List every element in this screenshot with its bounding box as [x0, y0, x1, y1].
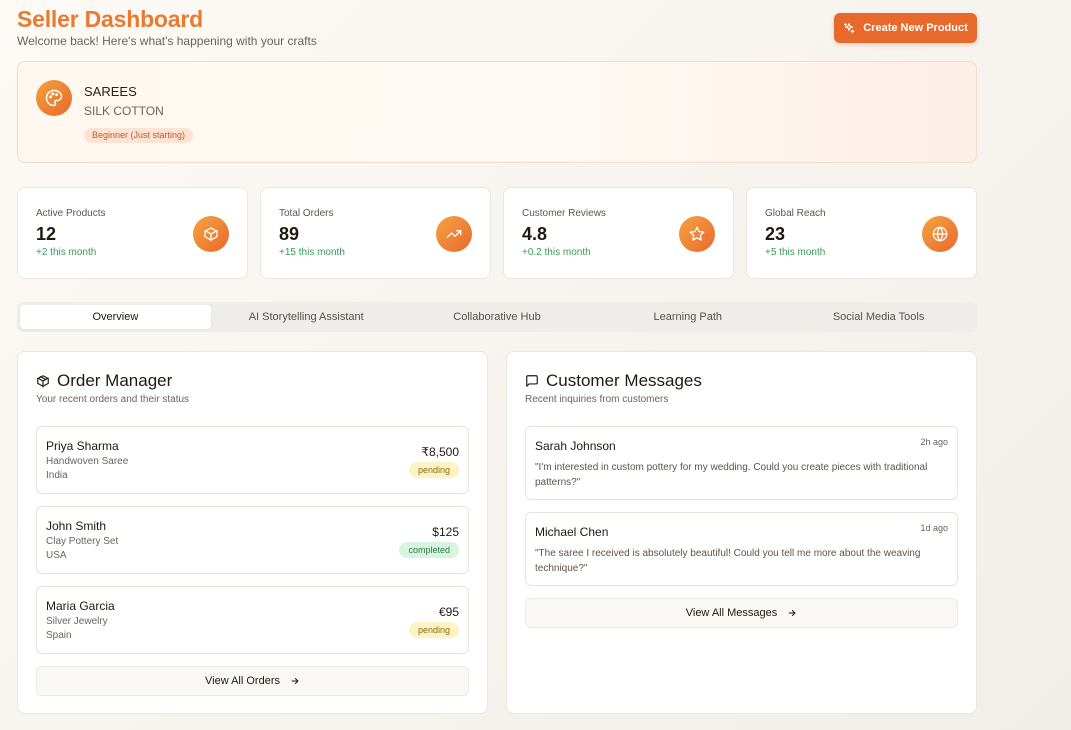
order-country: Spain [46, 630, 72, 641]
customer-messages-title: Customer Messages [525, 371, 702, 391]
stat-change: +15 this month [279, 247, 345, 258]
order-price: €95 [438, 605, 459, 619]
order-product: Clay Pottery Set [46, 536, 119, 547]
view-all-orders-label: View All Orders [205, 675, 280, 687]
order-manager-panel: Order Manager Your recent orders and the… [17, 351, 488, 714]
customer-messages-title-text: Customer Messages [546, 371, 702, 390]
order-product: Handwoven Saree [46, 456, 129, 467]
page-header: Seller Dashboard Welcome back! Here's wh… [17, 6, 977, 52]
view-all-messages-label: View All Messages [685, 607, 778, 619]
message-sender: Sarah Johnson [535, 439, 616, 453]
order-price: ₹8,500 [421, 445, 459, 459]
globe-icon [922, 216, 958, 252]
create-product-label: Create New Product [863, 22, 968, 34]
stat-card-global-reach: Global Reach 23 +5 this month [746, 187, 977, 279]
message-text: "The saree I received is absolutely beau… [535, 548, 921, 574]
sparkles-icon [844, 23, 855, 34]
order-manager-subtitle: Your recent orders and their status [36, 394, 190, 405]
create-product-button[interactable]: Create New Product [834, 13, 977, 43]
message-item[interactable]: Michael Chen 1d ago "The saree I receive… [525, 512, 958, 586]
message-sender: Michael Chen [535, 525, 609, 539]
profile-category: SILK COTTON [84, 104, 164, 118]
package-icon [37, 375, 49, 388]
order-row[interactable]: Maria Garcia Silver Jewelry Spain €95 pe… [36, 586, 469, 654]
message-square-icon [526, 375, 538, 387]
page-title: Seller Dashboard [17, 6, 203, 32]
stat-value: 23 [765, 224, 786, 244]
box-icon [193, 216, 229, 252]
stat-value: 4.8 [522, 224, 548, 244]
order-customer-name: John Smith [46, 519, 107, 533]
tab-ai-storytelling-assistant[interactable]: AI Storytelling Assistant [211, 305, 402, 329]
order-row[interactable]: John Smith Clay Pottery Set USA $125 com… [36, 506, 469, 574]
order-customer-name: Priya Sharma [46, 439, 119, 453]
status-badge: pending [408, 462, 459, 478]
stat-label: Global Reach [765, 208, 826, 219]
message-time: 1d ago [920, 523, 948, 533]
tab-overview[interactable]: Overview [20, 305, 211, 329]
stat-value: 12 [36, 224, 57, 244]
message-text: "I'm interested in custom pottery for my… [535, 462, 928, 488]
stat-change: +2 this month [36, 247, 97, 258]
stat-card-customer-reviews: Customer Reviews 4.8 +0.2 this month [503, 187, 734, 279]
trending-up-icon [436, 216, 472, 252]
tab-social-media-tools[interactable]: Social Media Tools [783, 305, 974, 329]
tab-collaborative-hub[interactable]: Collaborative Hub [402, 305, 593, 329]
stat-change: +0.2 this month [522, 247, 591, 258]
stat-change: +5 this month [765, 247, 826, 258]
customer-messages-subtitle: Recent inquiries from customers [525, 394, 669, 405]
stat-label: Customer Reviews [522, 208, 606, 219]
tab-bar: Overview AI Storytelling Assistant Colla… [17, 302, 977, 332]
stat-card-total-orders: Total Orders 89 +15 this month [260, 187, 491, 279]
stat-card-active-products: Active Products 12 +2 this month [17, 187, 248, 279]
view-all-orders-button[interactable]: View All Orders [36, 666, 469, 696]
avatar [36, 80, 72, 116]
arrow-right-icon [291, 678, 299, 684]
stat-label: Active Products [36, 208, 106, 219]
status-badge: completed [399, 542, 459, 558]
page-subtitle: Welcome back! Here's what's happening wi… [17, 34, 317, 48]
order-manager-title: Order Manager [36, 371, 172, 391]
customer-messages-panel: Customer Messages Recent inquiries from … [506, 351, 977, 714]
message-item[interactable]: Sarah Johnson 2h ago "I'm interested in … [525, 426, 958, 500]
arrow-right-icon [788, 610, 796, 616]
stat-value: 89 [279, 224, 300, 244]
star-icon [679, 216, 715, 252]
order-country: USA [46, 550, 67, 561]
stat-label: Total Orders [279, 208, 334, 219]
order-price: $125 [432, 525, 459, 539]
message-time: 2h ago [920, 437, 948, 447]
palette-icon [45, 89, 63, 107]
profile-card: SAREES SILK COTTON Beginner (Just starti… [17, 61, 977, 163]
experience-badge: Beginner (Just starting) [84, 128, 194, 143]
order-manager-title-text: Order Manager [57, 371, 173, 390]
view-all-messages-button[interactable]: View All Messages [525, 598, 958, 628]
status-badge: pending [408, 622, 459, 638]
order-product: Silver Jewelry [46, 616, 108, 627]
profile-name: SAREES [84, 84, 137, 99]
order-row[interactable]: Priya Sharma Handwoven Saree India ₹8,50… [36, 426, 469, 494]
order-customer-name: Maria Garcia [46, 599, 115, 613]
order-country: India [46, 470, 68, 481]
tab-learning-path[interactable]: Learning Path [592, 305, 783, 329]
